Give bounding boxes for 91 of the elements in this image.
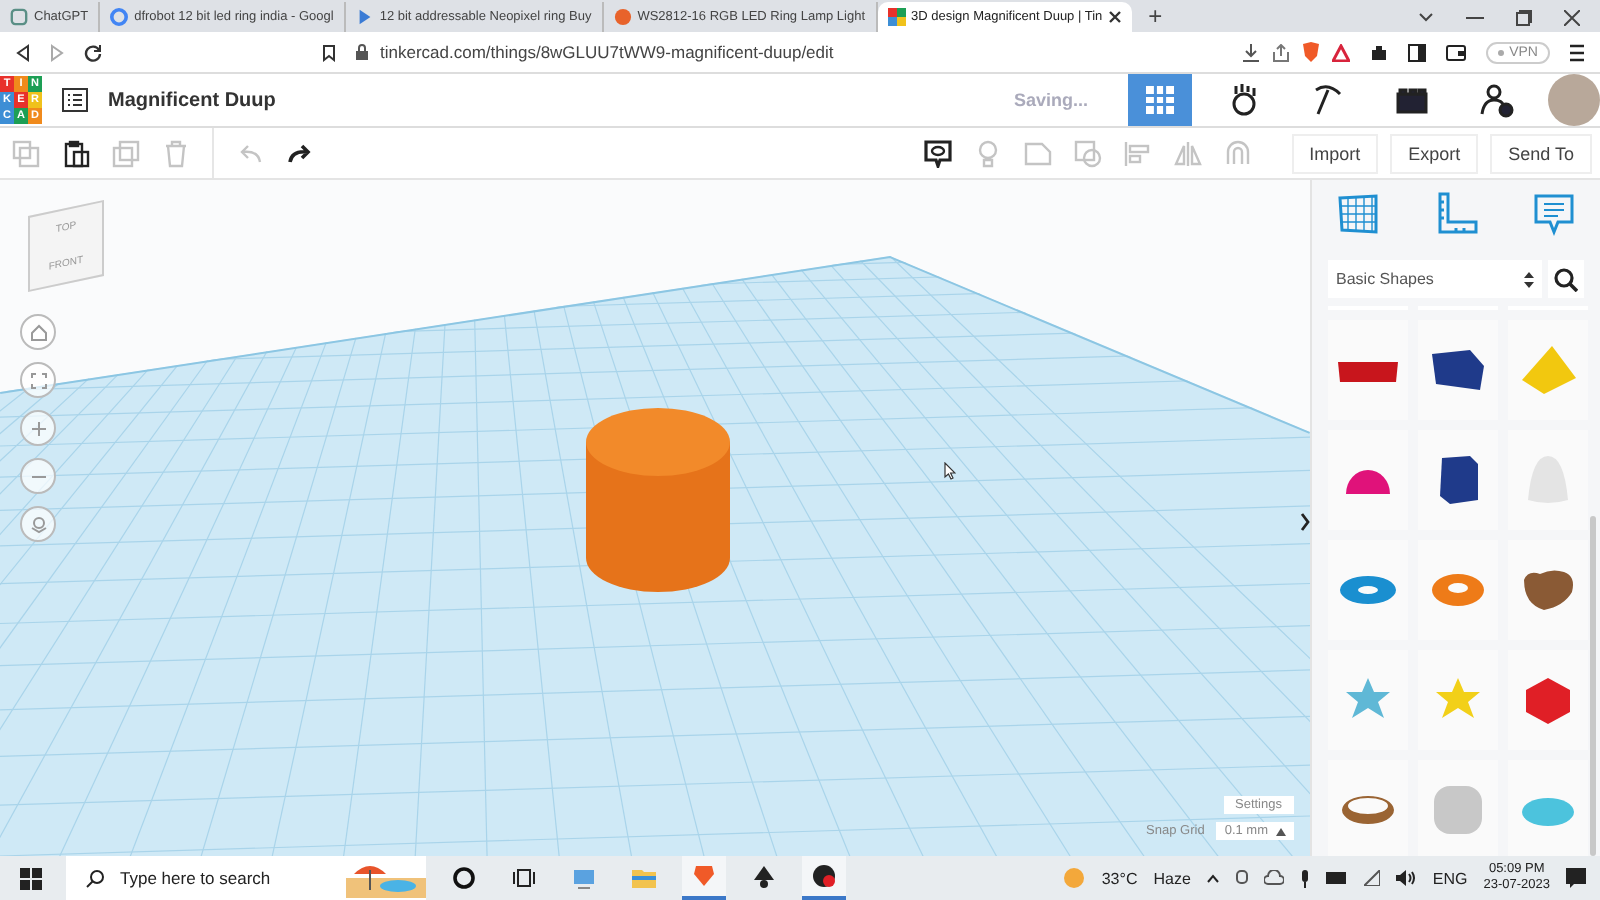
shape-tile[interactable]: [1328, 320, 1408, 420]
home-icon: [29, 323, 47, 341]
wallet-icon[interactable]: [1445, 43, 1466, 61]
sidebar-icon[interactable]: [1407, 43, 1426, 61]
battery-icon[interactable]: [1326, 872, 1349, 884]
folder-icon: [632, 866, 656, 890]
toolbar-button[interactable]: Send To: [1490, 133, 1592, 173]
monitor-icon: [572, 866, 596, 890]
taskbar-search-field[interactable]: Type here to search: [66, 856, 426, 900]
plus-icon: [29, 419, 47, 437]
speech-bubble-eye-icon[interactable]: [923, 139, 952, 167]
weather-text: Haze: [1153, 869, 1191, 887]
chat-icon: [10, 8, 28, 26]
shape-category-dropdown[interactable]: Basic Shapes: [1328, 260, 1542, 298]
bookmark-icon[interactable]: [322, 43, 336, 61]
g-letter-icon: [110, 8, 129, 26]
shape-tile[interactable]: [1508, 650, 1588, 750]
shape-tile[interactable]: [1508, 540, 1588, 640]
user-add-icon: [1478, 82, 1514, 118]
triangle-icon[interactable]: [1331, 43, 1350, 61]
shape-tile[interactable]: [1508, 320, 1588, 420]
new-tab-button[interactable]: +: [1132, 2, 1179, 32]
play-icon: [355, 8, 374, 26]
wifi-icon[interactable]: [1364, 870, 1381, 886]
close-icon[interactable]: [1108, 10, 1123, 24]
pickaxe-icon: [1310, 82, 1346, 118]
grid-icon[interactable]: [1336, 192, 1380, 236]
dot-icon: [1497, 49, 1504, 55]
design-title[interactable]: Magnificent Duup: [108, 89, 276, 111]
restore-icon[interactable]: [1516, 9, 1532, 25]
note-icon[interactable]: [1532, 192, 1576, 236]
fit-icon: [29, 371, 47, 389]
saving-status: Saving...: [1013, 90, 1088, 110]
colored-squares-icon: [887, 8, 906, 26]
shape-tile[interactable]: [1328, 430, 1408, 530]
shape-tile[interactable]: [1418, 320, 1498, 420]
orbit-icon: [29, 515, 47, 533]
menu-icon[interactable]: [1570, 43, 1584, 61]
microphone-icon[interactable]: [1300, 869, 1311, 887]
search-icon: [1554, 267, 1578, 291]
up-down-arrows-icon: [1524, 271, 1534, 287]
shape-tile[interactable]: [1418, 760, 1498, 856]
temperature-text: 33°C: [1101, 869, 1138, 887]
notification-icon[interactable]: [1566, 867, 1588, 889]
grid-view-button[interactable]: [1128, 74, 1192, 126]
puzzle-icon[interactable]: [1369, 43, 1388, 61]
shape-tile[interactable]: [1418, 430, 1498, 530]
chevron-down-icon[interactable]: [1418, 11, 1434, 23]
recorder-taskbar-icon[interactable]: [802, 856, 846, 900]
speaker-icon[interactable]: [1396, 870, 1417, 886]
paste-icon[interactable]: [62, 139, 90, 167]
home-button[interactable]: [20, 314, 56, 350]
task-view-icon: [512, 866, 536, 890]
address-field[interactable]: tinkercad.com/things/8wGLUU7tWW9-magnificent-duup/edit: [356, 36, 1350, 68]
share-icon[interactable]: [1271, 43, 1290, 61]
back-icon[interactable]: [16, 43, 30, 61]
brave-taskbar-icon[interactable]: [682, 856, 726, 900]
search-button[interactable]: [1548, 260, 1584, 298]
recorder-icon: [812, 864, 836, 888]
shape-tile[interactable]: [1508, 430, 1588, 530]
windows-start-icon[interactable]: [20, 867, 42, 889]
shape-tile[interactable]: [1508, 760, 1588, 856]
cloud-icon[interactable]: [1264, 870, 1285, 886]
ruler-icon[interactable]: [1434, 192, 1478, 236]
fit-view-button[interactable]: [20, 362, 56, 398]
language-indicator[interactable]: ENG: [1432, 869, 1468, 887]
chevron-right-icon[interactable]: [1300, 512, 1310, 532]
shape-tile[interactable]: [1418, 650, 1498, 750]
download-icon[interactable]: [1241, 43, 1260, 61]
close-icon[interactable]: [1564, 9, 1580, 25]
search-icon: [86, 869, 104, 887]
grid-icon: [1142, 82, 1178, 118]
lock-icon: [356, 44, 368, 60]
sun-icon: [1061, 866, 1086, 890]
chevron-up-icon[interactable]: [1206, 873, 1221, 883]
minimize-icon[interactable]: [1466, 15, 1484, 19]
toolbar-button[interactable]: Export: [1390, 133, 1479, 173]
toolbar-button[interactable]: Import: [1291, 133, 1379, 173]
brave-icon: [692, 864, 716, 888]
shape-tile[interactable]: [1418, 540, 1498, 640]
shape-tile[interactable]: [1328, 650, 1408, 750]
mouse-cursor-icon: [944, 462, 956, 480]
cortana-icon: [452, 866, 476, 890]
reload-icon[interactable]: [84, 43, 102, 61]
inkscape-icon: [752, 866, 776, 890]
shape-tile[interactable]: [1328, 540, 1408, 640]
list-icon[interactable]: [62, 88, 88, 112]
caret-up-icon: [1276, 827, 1286, 835]
tray-icon[interactable]: [1236, 869, 1249, 887]
shape-tile[interactable]: [1328, 760, 1408, 856]
redo-icon[interactable]: [286, 139, 314, 167]
